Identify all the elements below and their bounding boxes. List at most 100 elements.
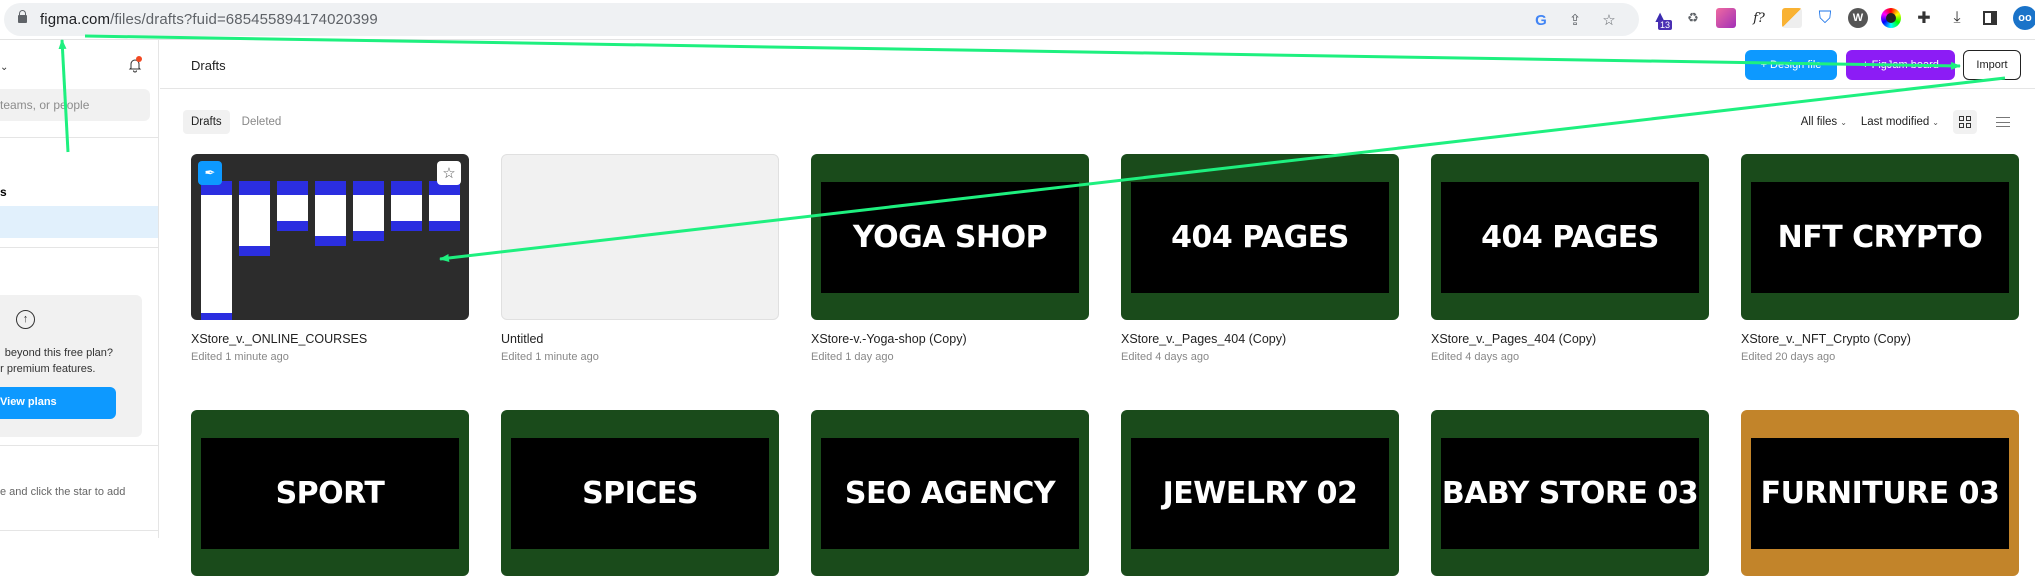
upgrade-line-2: or premium features. <box>0 363 96 375</box>
file-thumbnail[interactable]: BABY STORE 03 <box>1431 410 1709 576</box>
url-path: /files/drafts?fuid=685455894174020399 <box>110 11 378 28</box>
frame-preview <box>429 181 460 231</box>
frame-preview <box>353 181 384 241</box>
profile-avatar[interactable]: oo <box>2013 6 2035 30</box>
thumbnail-banner-text: YOGA SHOP <box>821 182 1079 293</box>
list-view-button[interactable] <box>1991 110 2015 134</box>
download-icon[interactable]: ⤓ <box>1947 8 1967 28</box>
upgrade-arrow-icon: ↑ <box>16 310 35 329</box>
page-title: Drafts <box>191 58 226 73</box>
thumbnail-banner-text: NFT CRYPTO <box>1751 182 2009 293</box>
stripe-extension-icon[interactable] <box>1782 8 1802 28</box>
puzzle-extensions-icon[interactable]: ✚ <box>1914 8 1934 28</box>
file-card[interactable]: SPORT <box>191 410 469 576</box>
file-thumbnail[interactable]: SPICES <box>501 410 779 576</box>
w-extension-icon[interactable]: W <box>1848 8 1868 28</box>
file-name[interactable]: XStore_v._Pages_404 (Copy) <box>1431 332 1709 346</box>
lock-icon[interactable] <box>18 10 27 23</box>
import-button[interactable]: Import <box>1963 50 2021 80</box>
bookmark-star-icon[interactable]: ☆ <box>1601 11 1617 29</box>
new-design-file-button[interactable]: + Design file <box>1745 50 1837 80</box>
list-icon <box>1996 117 2010 127</box>
google-lens-icon[interactable]: G <box>1533 12 1549 29</box>
file-thumbnail[interactable] <box>501 154 779 320</box>
file-thumbnail[interactable]: FURNITURE 03 <box>1741 410 2019 576</box>
file-card[interactable]: ✒ ☆ XStore_v._ONLINE_COURSES Edited 1 minut… <box>191 154 469 363</box>
side-panel-icon[interactable] <box>1980 8 2000 28</box>
file-thumbnail[interactable]: ✒ ☆ <box>191 154 469 320</box>
file-card[interactable]: SPICES <box>501 410 779 576</box>
extensions-bar: ▲ 13 ♻ f? ⛉ W ✚ ⤓ oo <box>1650 6 2035 30</box>
all-files-dropdown[interactable]: All files ⌄ <box>1801 116 1847 128</box>
graduation-cap-extension-icon[interactable]: ▲ 13 <box>1650 8 1673 30</box>
file-edited-time: Edited 4 days ago <box>1121 351 1210 363</box>
file-name[interactable]: XStore-v.-Yoga-shop (Copy) <box>811 332 1089 346</box>
upgrade-card: ↑ beyond this free plan? or premium feat… <box>0 295 142 437</box>
file-thumbnail[interactable]: 404 PAGES <box>1121 154 1399 320</box>
file-name[interactable]: XStore_v._NFT_Crypto (Copy) <box>1741 332 2019 346</box>
file-thumbnail[interactable]: SEO AGENCY <box>811 410 1089 576</box>
thumbnail-banner-text: 404 PAGES <box>1131 182 1389 293</box>
upgrade-line-1: beyond this free plan? <box>4 347 113 359</box>
url-host: figma.com <box>40 11 111 28</box>
file-card[interactable]: JEWELRY 02 <box>1121 410 1399 576</box>
file-card[interactable]: YOGA SHOP XStore-v.-Yoga-shop (Copy) Edite… <box>811 154 1089 363</box>
pen-tool-icon: ✒ <box>198 161 222 185</box>
file-card[interactable]: 404 PAGES XStore_v._Pages_404 (Copy) Edite… <box>1121 154 1399 363</box>
frame-preview <box>277 181 308 231</box>
upgrade-text: beyond this free plan? or premium featur… <box>0 345 113 377</box>
main-content: Drafts + Design file + FigJam board Impo… <box>160 40 2035 576</box>
favorite-star-icon[interactable]: ☆ <box>437 161 461 185</box>
font-question-extension-icon[interactable]: f? <box>1749 8 1769 28</box>
grid-view-button[interactable] <box>1953 110 1977 134</box>
color-ring-extension-icon[interactable] <box>1881 8 1901 28</box>
url-text[interactable]: figma.com/files/drafts?fuid=685455894174… <box>40 11 378 28</box>
file-edited-time: Edited 4 days ago <box>1431 351 1520 363</box>
file-edited-time: Edited 1 minute ago <box>501 351 599 363</box>
file-thumbnail[interactable]: JEWELRY 02 <box>1121 410 1399 576</box>
file-card[interactable]: NFT CRYPTO XStore_v._NFT_Crypto (Copy) Edi… <box>1741 154 2019 363</box>
notification-dot <box>136 56 142 62</box>
sidebar-divider <box>0 530 159 531</box>
new-figjam-board-button[interactable]: + FigJam board <box>1846 50 1955 80</box>
file-thumbnail[interactable]: NFT CRYPTO <box>1741 154 2019 320</box>
share-icon[interactable]: ⇪ <box>1567 11 1583 29</box>
address-bar[interactable]: figma.com/files/drafts?fuid=685455894174… <box>4 3 1639 36</box>
frame-preview <box>391 181 422 231</box>
sidebar-search-input[interactable]: teams, or people <box>0 89 150 121</box>
file-card[interactable]: 404 PAGES XStore_v._Pages_404 (Copy) Edite… <box>1431 154 1709 363</box>
file-thumbnail[interactable]: SPORT <box>191 410 469 576</box>
file-name[interactable]: XStore_v._ONLINE_COURSES <box>191 332 469 346</box>
extension-badge: 13 <box>1658 20 1673 30</box>
all-files-label: All files <box>1800 116 1838 128</box>
frame-preview <box>239 181 270 256</box>
file-name[interactable]: Untitled <box>501 332 779 346</box>
tab-deleted[interactable]: Deleted <box>234 110 290 134</box>
frame-preview <box>315 181 346 246</box>
sidebar-divider <box>0 445 159 446</box>
thumbnail-banner-text: BABY STORE 03 <box>1441 438 1699 549</box>
view-plans-button[interactable]: View plans <box>0 387 116 419</box>
browser-toolbar: figma.com/files/drafts?fuid=685455894174… <box>0 0 2035 40</box>
tab-drafts[interactable]: Drafts <box>183 110 230 134</box>
file-card[interactable]: Untitled Edited 1 minute ago <box>501 154 779 363</box>
thumbnail-banner-text: SPORT <box>201 438 459 549</box>
gradient-extension-icon[interactable] <box>1716 8 1736 28</box>
recycle-extension-icon[interactable]: ♻ <box>1683 8 1703 28</box>
thumbnail-banner-text: JEWELRY 02 <box>1131 438 1389 549</box>
file-thumbnail[interactable]: YOGA SHOP <box>811 154 1089 320</box>
sidebar-divider <box>0 137 159 138</box>
file-card[interactable]: FURNITURE 03 <box>1741 410 2019 576</box>
sidebar-divider <box>0 247 159 248</box>
file-card[interactable]: SEO AGENCY <box>811 410 1089 576</box>
account-chevron-icon[interactable]: ⌄ <box>0 62 8 73</box>
shield-extension-icon[interactable]: ⛉ <box>1815 8 1835 28</box>
thumbnail-banner-text: SPICES <box>511 438 769 549</box>
file-thumbnail[interactable]: 404 PAGES <box>1431 154 1709 320</box>
file-filters: All files ⌄ Last modified ⌄ <box>1801 110 2015 134</box>
file-name[interactable]: XStore_v._Pages_404 (Copy) <box>1121 332 1399 346</box>
file-card[interactable]: BABY STORE 03 <box>1431 410 1709 576</box>
thumbnail-banner-text: 404 PAGES <box>1441 182 1699 293</box>
sidebar-item-drafts[interactable] <box>0 206 158 238</box>
sort-dropdown[interactable]: Last modified ⌄ <box>1861 116 1939 128</box>
